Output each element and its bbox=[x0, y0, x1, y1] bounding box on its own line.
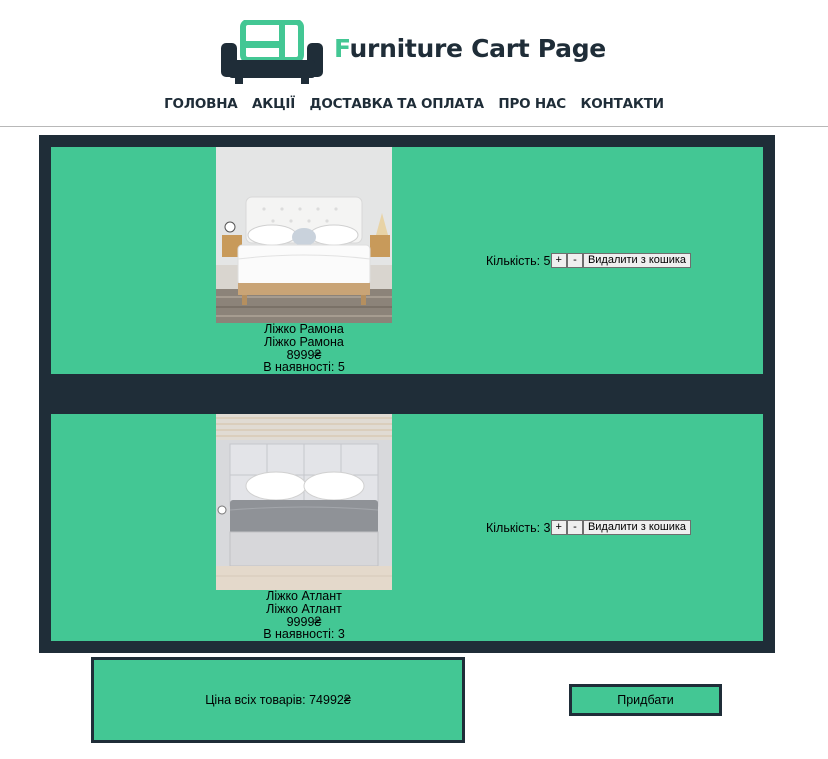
cart-total-box: Ціна всіх товарів: 74992₴ bbox=[91, 657, 465, 743]
quantity-controls: Кількість: 3 + - Видалити з кошика bbox=[486, 520, 692, 535]
nav-home[interactable]: ГОЛОВНА bbox=[164, 96, 238, 112]
quantity-controls: Кількість: 5 + - Видалити з кошика bbox=[486, 253, 692, 268]
site-title-initial: F bbox=[334, 34, 350, 63]
product-name: Ліжко Атлант bbox=[266, 589, 342, 603]
cart-item: Ліжко Рамона Ліжко Рамона 8999₴ В наявно… bbox=[51, 147, 763, 374]
decrease-quantity-button[interactable]: - bbox=[566, 253, 583, 268]
product-image bbox=[216, 147, 392, 323]
remove-from-cart-button[interactable]: Видалити з кошика bbox=[582, 253, 692, 268]
cart-total-text: Ціна всіх товарів: 74992₴ bbox=[205, 693, 351, 707]
site-title-rest: urniture Cart Page bbox=[349, 34, 607, 63]
sofa-logo-icon[interactable] bbox=[221, 20, 323, 84]
buy-button[interactable]: Придбати bbox=[569, 684, 722, 716]
main-nav: ГОЛОВНА АКЦІЇ ДОСТАВКА ТА ОПЛАТА ПРО НАС… bbox=[0, 95, 828, 113]
nav-delivery-payment[interactable]: ДОСТАВКА ТА ОПЛАТА bbox=[310, 96, 485, 112]
increase-quantity-button[interactable]: + bbox=[550, 253, 567, 268]
increase-quantity-button[interactable]: + bbox=[550, 520, 567, 535]
quantity-label: Кількість: 3 bbox=[486, 520, 551, 535]
cart-list: Ліжко Рамона Ліжко Рамона 8999₴ В наявно… bbox=[39, 135, 775, 653]
quantity-label: Кількість: 5 bbox=[486, 253, 551, 268]
product-image bbox=[216, 414, 392, 590]
product-info: Ліжко Атлант Ліжко Атлант 9999₴ В наявно… bbox=[204, 590, 404, 641]
product-stock: В наявності: 3 bbox=[263, 627, 345, 642]
site-title: Furniture Cart Page bbox=[334, 34, 606, 63]
buy-button-label: Придбати bbox=[617, 693, 674, 707]
nav-about[interactable]: ПРО НАС bbox=[498, 96, 566, 112]
product-description: Ліжко Рамона bbox=[264, 334, 344, 349]
decrease-quantity-button[interactable]: - bbox=[566, 520, 583, 535]
cart-item: Ліжко Атлант Ліжко Атлант 9999₴ В наявно… bbox=[51, 414, 763, 641]
product-info: Ліжко Рамона Ліжко Рамона 8999₴ В наявно… bbox=[204, 323, 404, 374]
product-name: Ліжко Рамона bbox=[264, 322, 344, 336]
remove-from-cart-button[interactable]: Видалити з кошика bbox=[582, 520, 692, 535]
nav-promotions[interactable]: АКЦІЇ bbox=[252, 96, 295, 112]
site-header: Furniture Cart Page ГОЛОВНА АКЦІЇ ДОСТАВ… bbox=[0, 0, 828, 127]
product-stock: В наявності: 5 bbox=[263, 360, 345, 375]
product-description: Ліжко Атлант bbox=[266, 601, 342, 616]
nav-contacts[interactable]: КОНТАКТИ bbox=[580, 96, 664, 112]
